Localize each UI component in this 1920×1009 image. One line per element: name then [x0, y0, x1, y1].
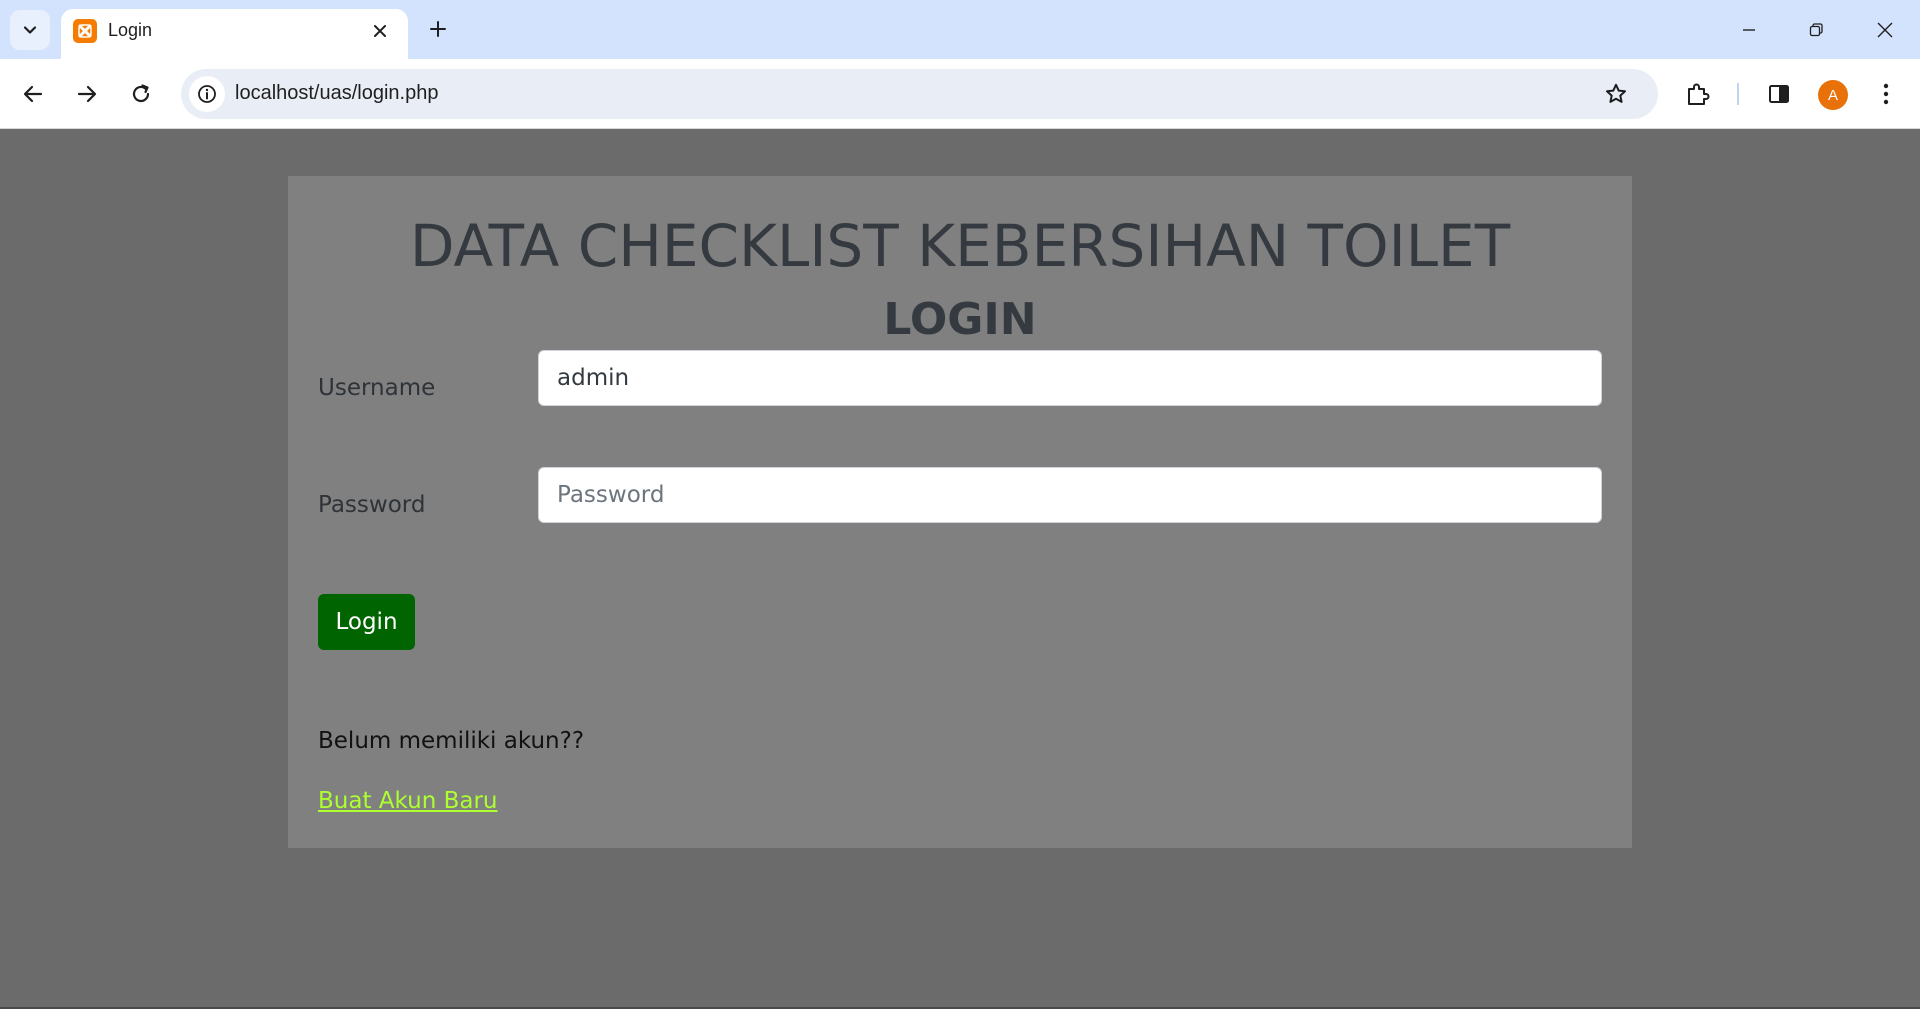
side-panel-button[interactable]	[1759, 74, 1799, 114]
password-label: Password	[318, 492, 426, 518]
toolbar-separator	[1737, 83, 1739, 105]
tab-search-button[interactable]	[10, 10, 50, 50]
tab-title: Login	[108, 20, 153, 40]
side-panel-icon	[1769, 85, 1789, 103]
minimize-icon	[1743, 29, 1755, 31]
new-tab-button[interactable]	[423, 14, 453, 44]
minimize-button[interactable]	[1726, 10, 1772, 50]
forward-button[interactable]	[67, 74, 107, 114]
login-card: DATA CHECKLIST KEBERSIHAN TOILET LOGIN U…	[288, 176, 1632, 848]
close-icon	[374, 25, 386, 37]
chevron-down-icon	[23, 26, 37, 34]
restore-button[interactable]	[1793, 10, 1839, 50]
page-title: DATA CHECKLIST KEBERSIHAN TOILET	[409, 212, 1511, 280]
extensions-button[interactable]	[1678, 74, 1718, 114]
page-viewport: DATA CHECKLIST KEBERSIHAN TOILET LOGIN U…	[0, 130, 1920, 1009]
browser-toolbar: localhost/uas/login.php A	[0, 59, 1920, 129]
bookmark-button[interactable]	[1601, 79, 1631, 109]
star-icon	[1606, 83, 1626, 103]
reload-icon	[132, 84, 150, 103]
puzzle-icon	[1688, 83, 1710, 105]
tab-close-button[interactable]	[367, 18, 393, 44]
reload-button[interactable]	[121, 74, 161, 114]
menu-button[interactable]	[1866, 74, 1906, 114]
close-icon	[1877, 22, 1893, 38]
login-button[interactable]: Login	[318, 594, 415, 650]
address-bar[interactable]: localhost/uas/login.php	[181, 69, 1658, 119]
back-button[interactable]	[13, 74, 53, 114]
plus-icon	[430, 21, 446, 37]
close-window-button[interactable]	[1862, 10, 1908, 50]
register-link[interactable]: Buat Akun Baru	[318, 788, 498, 814]
url-text[interactable]: localhost/uas/login.php	[235, 82, 438, 105]
browser-tab-active[interactable]: Login	[61, 9, 408, 59]
no-account-text: Belum memiliki akun??	[318, 728, 585, 754]
site-info-button[interactable]	[189, 76, 225, 112]
arrow-left-icon	[23, 85, 43, 103]
profile-avatar[interactable]: A	[1818, 80, 1848, 110]
username-label: Username	[318, 375, 436, 401]
password-input[interactable]	[538, 467, 1602, 523]
restore-icon	[1809, 23, 1823, 37]
browser-titlebar: Login	[0, 0, 1920, 59]
more-vert-icon	[1883, 83, 1889, 105]
username-input[interactable]	[538, 350, 1602, 406]
info-icon	[198, 85, 216, 103]
login-heading: LOGIN	[883, 294, 1037, 345]
arrow-right-icon	[77, 85, 97, 103]
xampp-favicon-icon	[73, 19, 97, 43]
